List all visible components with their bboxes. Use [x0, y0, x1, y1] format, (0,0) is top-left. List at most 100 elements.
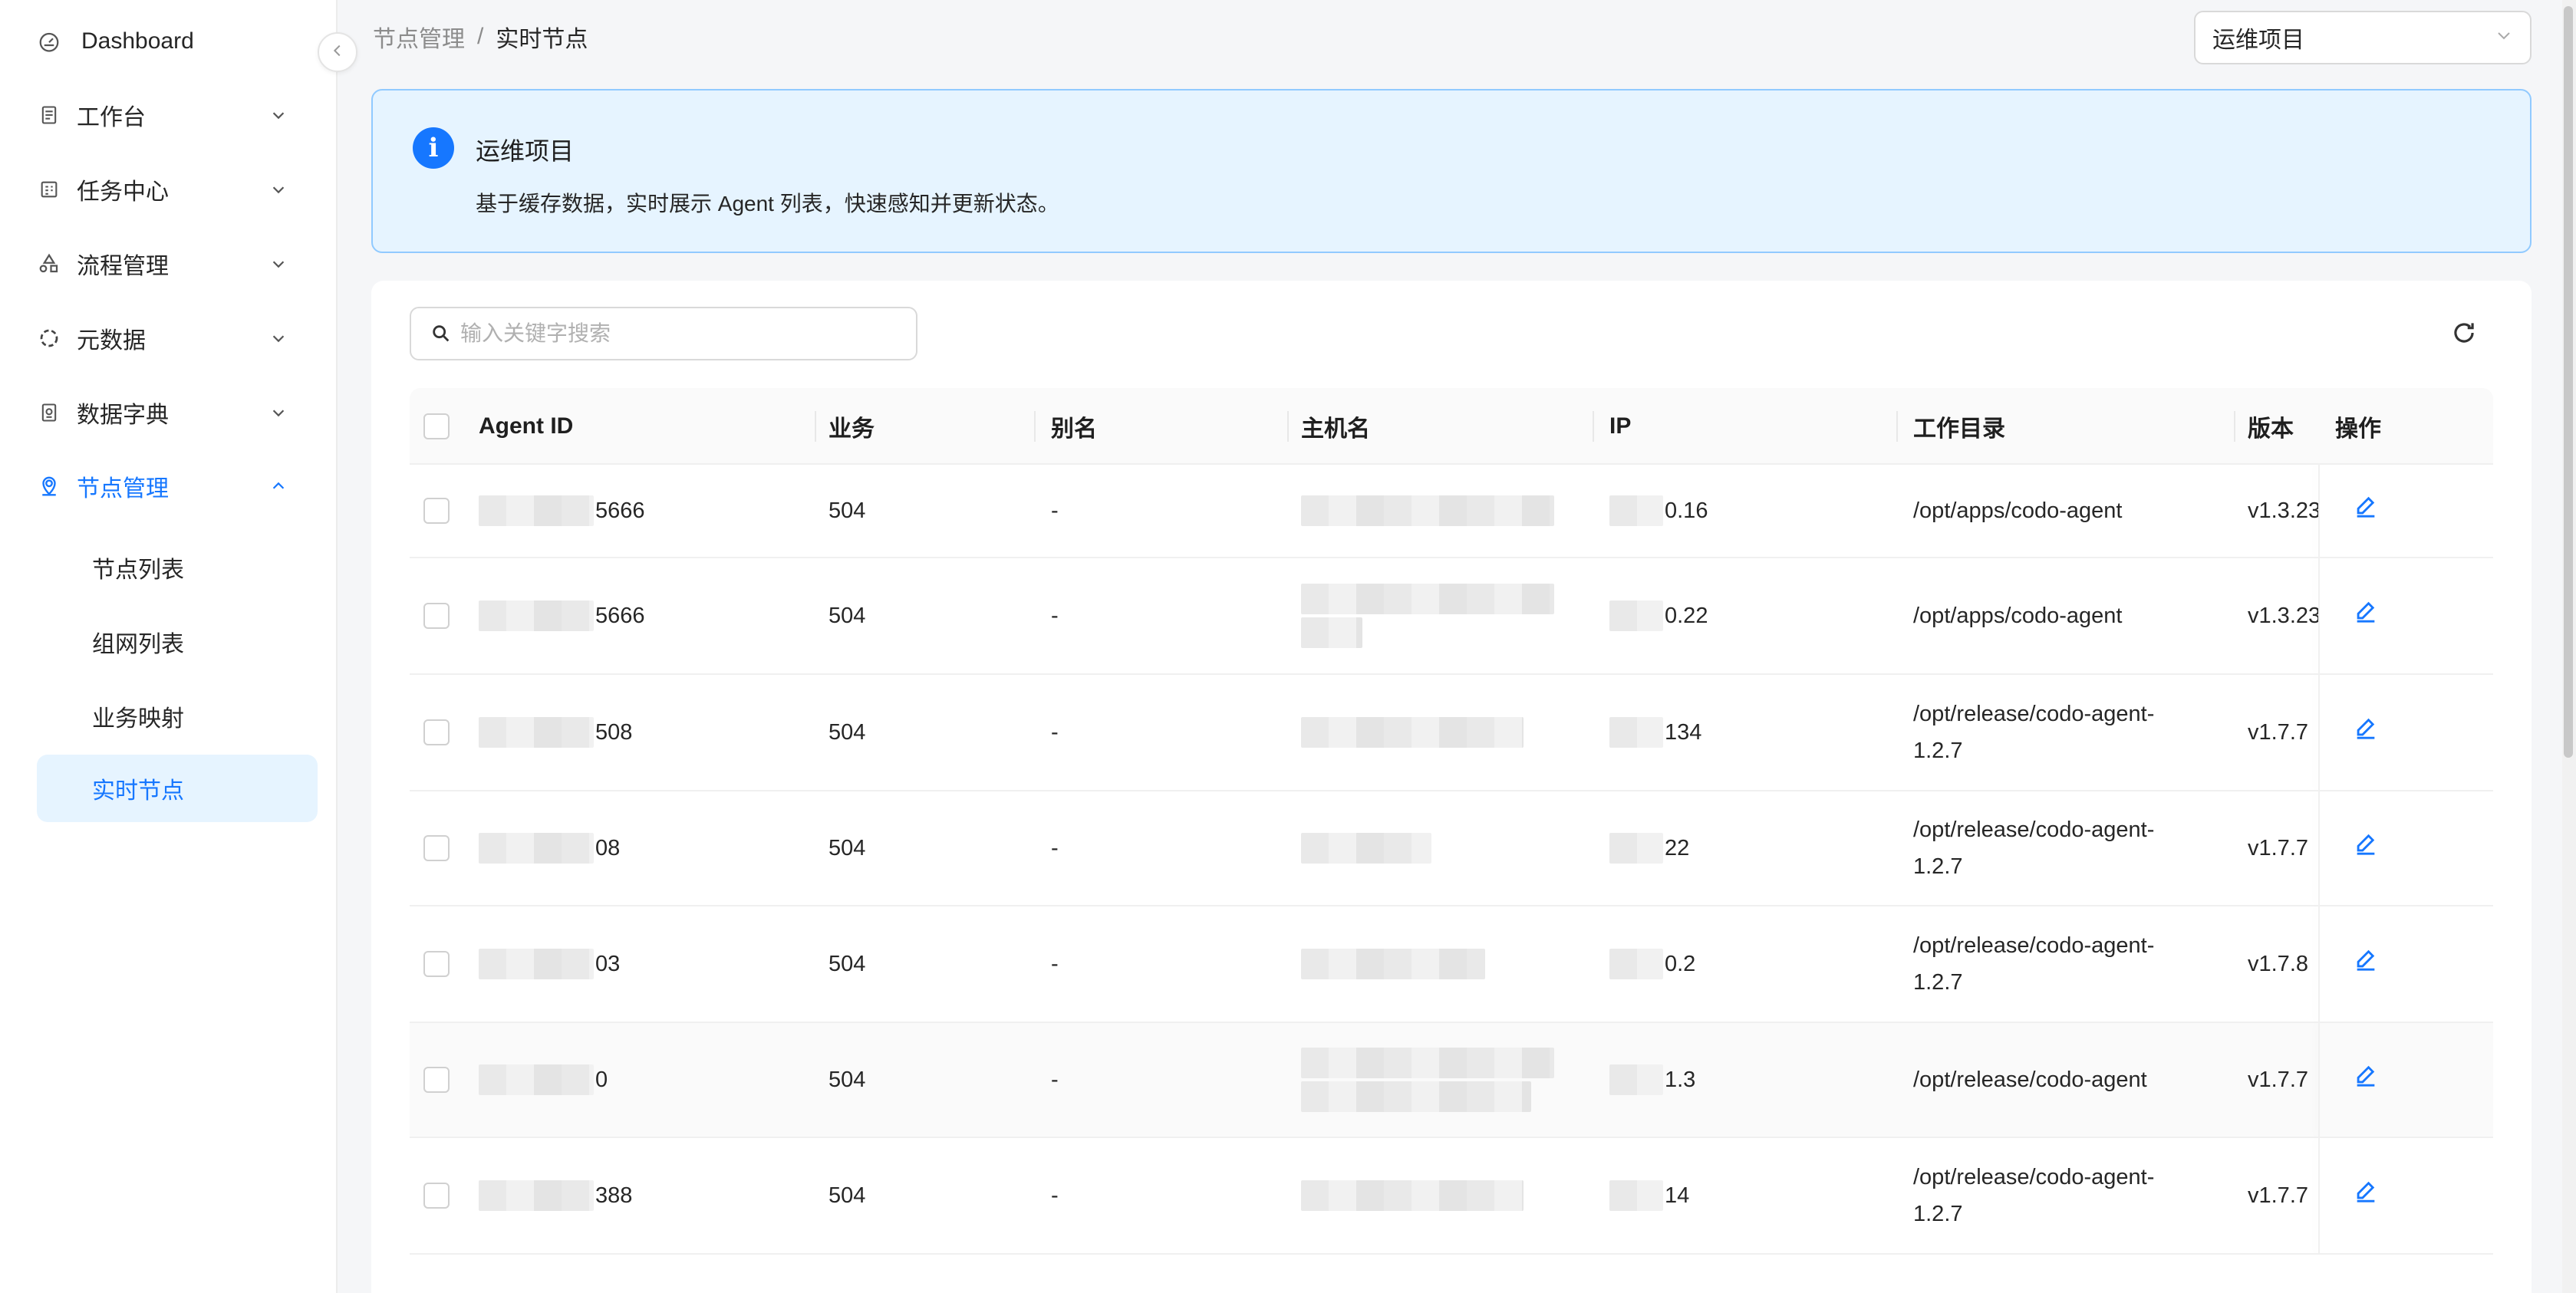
table-row[interactable]: 03 504 - 0.2 /opt/release/codo-agent- 1.2… [410, 906, 2493, 1023]
column-actions: 操作 [2335, 416, 2381, 442]
cell-workdir: /opt/apps/codo-agent [1913, 498, 2123, 523]
scrollbar-thumb[interactable] [2564, 6, 2573, 758]
row-checkbox[interactable] [423, 1067, 450, 1093]
cell-agent-id: 0 [479, 1023, 608, 1137]
sidebar-subitem-realtime-nodes[interactable]: 实时节点 [37, 755, 318, 822]
alert-title: 运维项目 [476, 137, 575, 165]
table-header: Agent ID 业务 别名 主机名 IP 工作目录 版本 操作 [410, 388, 2493, 465]
cell-version: v1.7.7 [2248, 720, 2308, 745]
dashboard-icon [37, 29, 61, 54]
sidebar-item-label: 工作台 [77, 105, 146, 130]
refresh-icon [2449, 318, 2479, 351]
cell-ip: 0.22 [1609, 558, 1708, 673]
sidebar-item-task-center[interactable]: 任务中心 [37, 159, 313, 220]
cell-agent-id: 388 [479, 1138, 632, 1253]
redacted-block [1609, 949, 1663, 979]
edit-icon [2353, 1061, 2379, 1099]
edit-button[interactable] [2350, 949, 2381, 979]
select-all-checkbox[interactable] [423, 413, 450, 439]
project-select[interactable]: 运维项目 [2194, 11, 2532, 64]
edit-button[interactable] [2350, 833, 2381, 864]
edit-button[interactable] [2350, 600, 2381, 631]
chevron-down-icon [2495, 25, 2513, 51]
sidebar-item-label: 元数据 [77, 328, 146, 354]
row-checkbox-cell [423, 906, 450, 1022]
alert-description: 基于缓存数据，实时展示 Agent 列表，快速感知并更新状态。 [476, 192, 1059, 216]
edit-button[interactable] [2350, 717, 2381, 748]
row-checkbox-cell [423, 1023, 450, 1137]
row-checkbox[interactable] [423, 1183, 450, 1209]
table-row[interactable]: 388 504 - 14 /opt/release/codo-agent- 1.2… [410, 1138, 2493, 1255]
redacted-block [479, 1180, 594, 1211]
sidebar-subitem-node-list[interactable]: 节点列表 [37, 534, 318, 601]
edit-button[interactable] [2350, 1180, 2381, 1211]
breadcrumb: 节点管理 / 实时节点 [373, 20, 588, 54]
cell-hostname [1301, 558, 1554, 673]
row-checkbox[interactable] [423, 498, 450, 524]
redacted-block [1609, 833, 1663, 864]
sidebar-collapse-button[interactable] [318, 32, 357, 72]
cell-workdir: /opt/release/codo-agent- 1.2.7 [1913, 933, 2155, 995]
table-row[interactable]: 5666 504 - 0.16 /opt/apps/codo-agent v1.… [410, 465, 2493, 558]
cell-actions [2350, 675, 2381, 790]
sidebar-item-data-dictionary[interactable]: 数据字典 [37, 382, 313, 443]
row-checkbox-cell [423, 465, 450, 557]
cell-alias: - [1051, 952, 1059, 976]
cell-version: v1.7.7 [2248, 1183, 2308, 1208]
cell-agent-id: 03 [479, 906, 620, 1022]
sidebar-item-flow-management[interactable]: 流程管理 [37, 233, 313, 294]
column-hostname: 主机名 [1289, 388, 1594, 465]
cell-ip: 134 [1609, 675, 1701, 790]
sidebar-item-dashboard[interactable]: Dashboard [37, 11, 313, 72]
row-checkbox[interactable] [423, 603, 450, 629]
cell-actions [2350, 1138, 2381, 1253]
redacted-block [479, 1064, 594, 1095]
cell-alias: - [1051, 1068, 1059, 1092]
edit-button[interactable] [2350, 495, 2381, 526]
search-input[interactable] [460, 321, 890, 346]
row-checkbox[interactable] [423, 951, 450, 977]
row-checkbox[interactable] [423, 835, 450, 861]
redacted-block [1609, 600, 1663, 631]
cell-workdir: /opt/release/codo-agent- 1.2.7 [1913, 818, 2155, 879]
cell-ip: 22 [1609, 791, 1689, 905]
sidebar-item-node-management[interactable]: 节点管理 [37, 456, 313, 517]
table-row[interactable]: 08 504 - 22 /opt/release/codo-agent- 1.2.… [410, 791, 2493, 906]
cell-agent-id: 508 [479, 675, 632, 790]
table-row[interactable]: 5666 504 - 0.22 /opt/apps/codo-agent v1.… [410, 558, 2493, 675]
cell-actions [2350, 791, 2381, 905]
cell-alias: - [1051, 1183, 1059, 1208]
row-checkbox-cell [423, 675, 450, 790]
location-icon [37, 474, 61, 498]
cell-version: v1.7.7 [2248, 836, 2308, 860]
sidebar-subitem-business-mapping[interactable]: 业务映射 [37, 683, 318, 750]
column-workdir: 工作目录 [1898, 388, 2235, 465]
search-box[interactable] [410, 307, 917, 360]
sidebar-item-metadata[interactable]: 元数据 [37, 308, 313, 369]
chevron-left-icon [329, 42, 346, 63]
cell-actions [2350, 558, 2381, 673]
cell-agent-id: 5666 [479, 558, 645, 673]
cell-ip: 0.2 [1609, 906, 1695, 1022]
table-row[interactable]: 0 504 - 1.3 /opt/release/codo-agent v1.7… [410, 1023, 2493, 1138]
breadcrumb-parent[interactable]: 节点管理 [373, 20, 465, 54]
cell-business: 504 [828, 498, 866, 523]
edit-icon [2353, 597, 2379, 635]
schedule-icon [37, 177, 61, 202]
chevron-down-icon [267, 327, 290, 350]
row-checkbox[interactable] [423, 719, 450, 745]
breadcrumb-current: 实时节点 [496, 27, 588, 52]
cell-workdir: /opt/release/codo-agent- 1.2.7 [1913, 1165, 2155, 1226]
table-row[interactable]: 508 504 - 134 /opt/release/codo-agent- 1.… [410, 675, 2493, 791]
refresh-button[interactable] [2446, 316, 2482, 353]
sidebar-item-workbench[interactable]: 工作台 [37, 84, 313, 146]
redacted-block [1609, 1064, 1663, 1095]
edit-button[interactable] [2350, 1064, 2381, 1095]
table-body: 5666 504 - 0.16 /opt/apps/codo-agent v1.… [410, 465, 2493, 1255]
chevron-down-icon [267, 178, 290, 201]
cell-business: 504 [828, 952, 866, 976]
column-alias: 别名 [1036, 388, 1289, 465]
cell-hostname [1301, 1138, 1524, 1253]
sidebar-subitem-network-list[interactable]: 组网列表 [37, 608, 318, 676]
cell-version: v1.3.23 [2248, 498, 2321, 523]
